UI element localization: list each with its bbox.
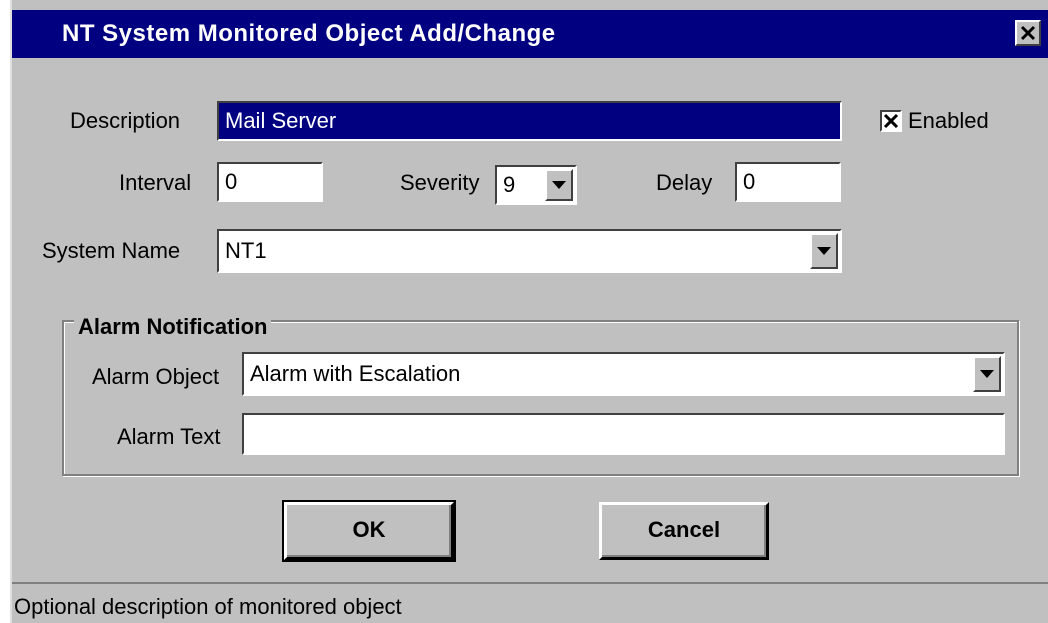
description-input[interactable]: Mail Server — [217, 101, 842, 141]
alarm-object-dropdown-button[interactable] — [973, 356, 1001, 392]
status-bar: Optional description of monitored object — [12, 582, 1048, 623]
dialog-window: NT System Monitored Object Add/Change De… — [10, 0, 1048, 623]
delay-input[interactable]: 0 — [735, 162, 841, 202]
delay-value: 0 — [743, 169, 756, 194]
ok-button[interactable]: OK — [282, 500, 456, 562]
interval-value: 0 — [225, 169, 238, 194]
status-bar-text: Optional description of monitored object — [14, 594, 402, 619]
severity-dropdown-button[interactable] — [545, 169, 573, 201]
delay-label: Delay — [656, 170, 713, 195]
enabled-checkbox[interactable] — [880, 110, 902, 132]
enabled-label: Enabled — [908, 108, 989, 133]
interval-label: Interval — [119, 170, 192, 195]
alarm-object-select[interactable]: Alarm with Escalation — [242, 352, 1005, 396]
window-title: NT System Monitored Object Add/Change — [62, 20, 556, 47]
alarm-text-label: Alarm Text — [117, 424, 221, 449]
chevron-down-icon — [817, 247, 831, 255]
alarm-notification-group-label: Alarm Notification — [74, 314, 272, 340]
chevron-down-icon — [980, 370, 994, 378]
severity-select[interactable]: 9 — [495, 165, 577, 205]
alarm-text-input[interactable] — [242, 413, 1005, 455]
description-value: Mail Server — [225, 108, 337, 133]
alarm-object-label: Alarm Object — [92, 364, 220, 389]
alarm-object-value: Alarm with Escalation — [250, 361, 461, 386]
cancel-button[interactable]: Cancel — [599, 502, 769, 560]
interval-input[interactable]: 0 — [217, 162, 323, 202]
system-name-value: NT1 — [225, 238, 267, 263]
checkmark-x-icon — [883, 113, 899, 129]
system-name-select[interactable]: NT1 — [217, 229, 842, 273]
close-x-icon — [1020, 25, 1036, 41]
system-name-dropdown-button[interactable] — [810, 233, 838, 269]
description-label: Description — [70, 108, 181, 133]
severity-value: 9 — [503, 172, 516, 197]
close-button[interactable] — [1015, 20, 1041, 46]
system-name-label: System Name — [42, 238, 181, 263]
severity-label: Severity — [400, 170, 480, 195]
chevron-down-icon — [552, 181, 566, 189]
title-bar[interactable]: NT System Monitored Object Add/Change — [12, 10, 1048, 58]
